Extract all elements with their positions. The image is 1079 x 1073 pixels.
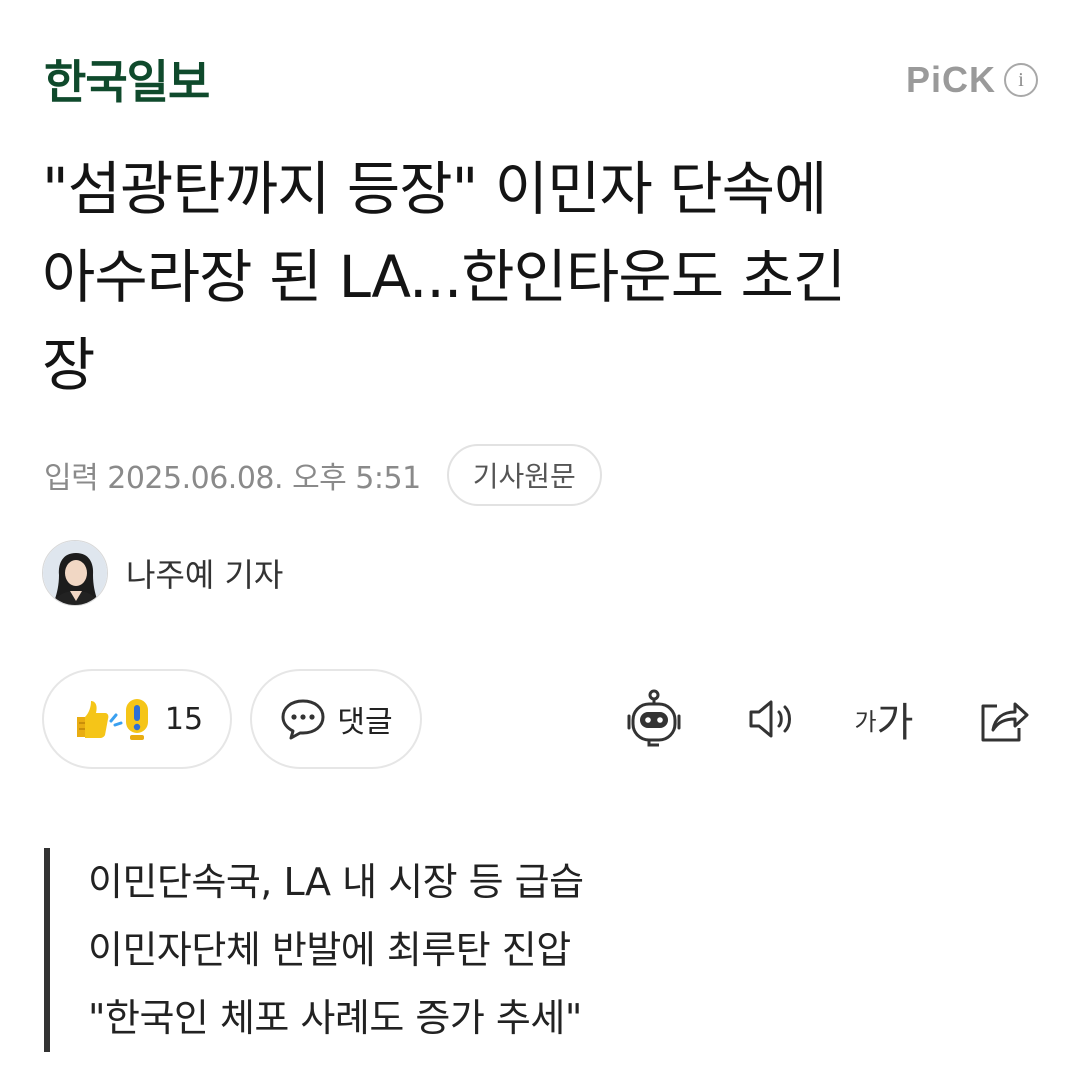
headline-line: 장 [42, 331, 95, 399]
thumbs-up-emoji-icon [76, 701, 109, 738]
speech-bubble-icon [281, 699, 325, 740]
robot-summary-icon [627, 689, 681, 747]
info-icon[interactable]: i [1004, 63, 1038, 97]
article-actions: 15 댓글 가 가 [42, 669, 1042, 769]
comment-label: 댓글 [337, 705, 393, 740]
font-large-label: 가 [876, 700, 914, 746]
text-to-speech-button[interactable] [740, 687, 804, 751]
header: 한국일보 PiCK i [44, 52, 1044, 112]
pick-label: PiCK [905, 59, 996, 100]
reaction-button[interactable]: 15 [42, 669, 232, 769]
summary-line: "한국인 체포 사례도 증가 추세" [88, 996, 582, 1040]
reaction-count: 15 [164, 701, 204, 737]
font-small-label: 가 [854, 707, 877, 736]
sparkle-icon [109, 713, 123, 727]
reporter-avatar[interactable] [42, 540, 108, 606]
article-headline: "섬광탄까지 등장" 이민자 단속에 아수라장 된 LA...한인타운도 초긴 … [42, 145, 1032, 409]
share-button[interactable] [972, 687, 1036, 751]
headline-line: "섬광탄까지 등장" 이민자 단속에 [42, 155, 827, 223]
share-icon [981, 702, 1029, 742]
reporter-name[interactable]: 나주예 기자 [126, 550, 283, 596]
comment-button[interactable]: 댓글 [250, 669, 422, 769]
pick-badge[interactable]: PiCK i [906, 58, 1038, 102]
brand-logo[interactable]: 한국일보 [44, 54, 210, 110]
original-article-button[interactable]: 기사원문 [446, 444, 602, 506]
headline-line: 아수라장 된 LA...한인타운도 초긴 [42, 243, 846, 311]
article-summary: 이민단속국, LA 내 시장 등 급습 이민자단체 반발에 최루탄 진압 "한국… [44, 848, 1024, 1052]
font-size-button[interactable]: 가 가 [852, 687, 916, 751]
surprise-emoji-icon [125, 699, 148, 740]
summary-bot-button[interactable] [622, 687, 686, 751]
speaker-icon [749, 700, 791, 738]
summary-line: 이민단속국, LA 내 시장 등 급습 [88, 860, 584, 904]
summary-line: 이민자단체 반발에 최루탄 진압 [88, 928, 571, 972]
reporter[interactable]: 나주예 기자 [42, 540, 283, 606]
published-date: 입력 2025.06.08. 오후 5:51 [44, 461, 421, 496]
article-meta: 입력 2025.06.08. 오후 5:51 기사원문 [44, 444, 602, 506]
